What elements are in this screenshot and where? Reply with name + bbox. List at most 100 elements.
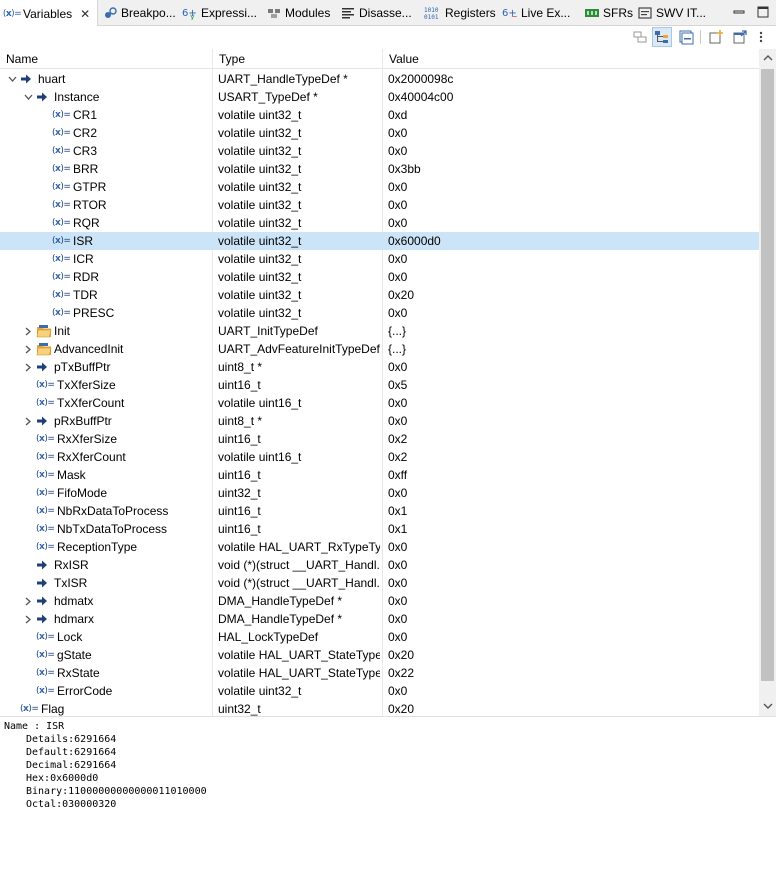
- table-row[interactable]: TxISR void (*)(struct __UART_Handl... 0x0: [0, 574, 759, 592]
- table-row[interactable]: (x)= FifoMode uint32_t 0x0: [0, 484, 759, 502]
- open-new-view-button[interactable]: [730, 27, 750, 47]
- value-cell[interactable]: 0x0: [388, 196, 758, 214]
- value-cell[interactable]: 0x22: [388, 664, 758, 682]
- maximize-button[interactable]: [754, 3, 772, 21]
- expand-toggle[interactable]: [22, 358, 34, 376]
- collapse-all-button[interactable]: [676, 27, 696, 47]
- table-row[interactable]: (x)= CR1 volatile uint32_t 0xd: [0, 106, 759, 124]
- table-row[interactable]: (x)= BRR volatile uint32_t 0x3bb: [0, 160, 759, 178]
- table-row[interactable]: (x)= RDR volatile uint32_t 0x0: [0, 268, 759, 286]
- show-logical-structure-button[interactable]: [652, 27, 672, 47]
- table-row[interactable]: (x)= NbRxDataToProcess uint16_t 0x1: [0, 502, 759, 520]
- value-cell[interactable]: 0x0: [388, 538, 758, 556]
- value-cell[interactable]: 0x0: [388, 268, 758, 286]
- column-header-name[interactable]: Name: [0, 49, 38, 69]
- column-header-value[interactable]: Value: [383, 49, 419, 69]
- table-row[interactable]: (x)= CR2 volatile uint32_t 0x0: [0, 124, 759, 142]
- table-row[interactable]: (x)= Lock HAL_LockTypeDef 0x0: [0, 628, 759, 646]
- table-row[interactable]: (x)= RQR volatile uint32_t 0x0: [0, 214, 759, 232]
- collapse-toggle[interactable]: [22, 88, 34, 106]
- view-menu-button[interactable]: [752, 27, 770, 47]
- tab-sfrs[interactable]: SFRs: [584, 0, 633, 26]
- value-cell[interactable]: 0x0: [388, 178, 758, 196]
- value-cell[interactable]: 0x1: [388, 520, 758, 538]
- tab-breakpoints[interactable]: Breakpo...: [102, 0, 176, 26]
- table-row[interactable]: (x)= CR3 volatile uint32_t 0x0: [0, 142, 759, 160]
- table-row[interactable]: (x)= GTPR volatile uint32_t 0x0: [0, 178, 759, 196]
- value-cell[interactable]: 0x20: [388, 286, 758, 304]
- vertical-scrollbar[interactable]: [759, 49, 776, 716]
- table-row[interactable]: (x)= TxXferCount volatile uint16_t 0x0: [0, 394, 759, 412]
- table-row[interactable]: AdvancedInit UART_AdvFeatureInitTypeDef {.…: [0, 340, 759, 358]
- table-row[interactable]: (x)= PRESC volatile uint32_t 0x0: [0, 304, 759, 322]
- value-cell[interactable]: 0x1: [388, 502, 758, 520]
- table-row[interactable]: (x)= RxXferSize uint16_t 0x2: [0, 430, 759, 448]
- table-row[interactable]: (x)= ISR volatile uint32_t 0x6000d0: [0, 232, 759, 250]
- scroll-up-button[interactable]: [759, 49, 776, 66]
- value-cell[interactable]: 0x40004c00: [388, 88, 758, 106]
- table-row[interactable]: Instance USART_TypeDef * 0x40004c00: [0, 88, 759, 106]
- table-row[interactable]: (x)= ReceptionType volatile HAL_UART_RxTyp…: [0, 538, 759, 556]
- table-row[interactable]: (x)= gState volatile HAL_UART_StateType...…: [0, 646, 759, 664]
- table-row[interactable]: pTxBuffPtr uint8_t * 0x0: [0, 358, 759, 376]
- value-cell[interactable]: 0xd: [388, 106, 758, 124]
- value-cell[interactable]: 0x2000098c: [388, 70, 758, 88]
- value-cell[interactable]: 0x2: [388, 430, 758, 448]
- column-header-type[interactable]: Type: [213, 49, 245, 69]
- value-cell[interactable]: 0xff: [388, 466, 758, 484]
- table-row[interactable]: (x)= ICR volatile uint32_t 0x0: [0, 250, 759, 268]
- tab-disassembly[interactable]: Disasse...: [340, 0, 412, 26]
- value-cell[interactable]: 0x0: [388, 124, 758, 142]
- value-cell[interactable]: 0x0: [388, 484, 758, 502]
- scroll-down-button[interactable]: [759, 697, 776, 714]
- table-row[interactable]: RxISR void (*)(struct __UART_Handl... 0x0: [0, 556, 759, 574]
- tab-expressions[interactable]: 6+ y Expressi...: [182, 0, 257, 26]
- details-pane[interactable]: Name : ISR Details:6291664 Default:62916…: [0, 716, 776, 886]
- close-icon[interactable]: ✕: [80, 7, 90, 21]
- table-row[interactable]: (x)= RxXferCount volatile uint16_t 0x2: [0, 448, 759, 466]
- value-cell[interactable]: 0x0: [388, 628, 758, 646]
- table-row[interactable]: (x)= TDR volatile uint32_t 0x20: [0, 286, 759, 304]
- table-row[interactable]: (x)= RTOR volatile uint32_t 0x0: [0, 196, 759, 214]
- collapse-toggle[interactable]: [6, 70, 18, 88]
- value-cell[interactable]: 0x20: [388, 700, 758, 716]
- value-cell[interactable]: 0x0: [388, 250, 758, 268]
- variables-tree-table[interactable]: Name Type Value huart UART_HandleTypeDef …: [0, 49, 759, 716]
- table-row[interactable]: (x)= Flag uint32_t 0x20: [0, 700, 759, 716]
- show-type-names-button[interactable]: [630, 27, 650, 47]
- table-row[interactable]: hdmarx DMA_HandleTypeDef * 0x0: [0, 610, 759, 628]
- scrollbar-thumb[interactable]: [761, 69, 774, 681]
- table-row[interactable]: (x)= NbTxDataToProcess uint16_t 0x1: [0, 520, 759, 538]
- tab-swv-itm[interactable]: SWV IT...: [637, 0, 706, 26]
- value-cell[interactable]: {...}: [388, 340, 758, 358]
- value-cell[interactable]: {...}: [388, 322, 758, 340]
- value-cell[interactable]: 0x0: [388, 682, 758, 700]
- value-cell[interactable]: 0x0: [388, 358, 758, 376]
- value-cell[interactable]: 0x0: [388, 574, 758, 592]
- value-cell[interactable]: 0x0: [388, 412, 758, 430]
- expand-toggle[interactable]: [22, 340, 34, 358]
- expand-toggle[interactable]: [22, 610, 34, 628]
- tab-modules[interactable]: Modules: [266, 0, 330, 26]
- table-row[interactable]: Init UART_InitTypeDef {...}: [0, 322, 759, 340]
- value-cell[interactable]: 0x0: [388, 556, 758, 574]
- value-cell[interactable]: 0x0: [388, 304, 758, 322]
- table-row[interactable]: pRxBuffPtr uint8_t * 0x0: [0, 412, 759, 430]
- table-row[interactable]: (x)= ErrorCode volatile uint32_t 0x0: [0, 682, 759, 700]
- value-cell[interactable]: 0x6000d0: [388, 232, 758, 250]
- value-cell[interactable]: 0x0: [388, 214, 758, 232]
- value-cell[interactable]: 0x20: [388, 646, 758, 664]
- table-row[interactable]: huart UART_HandleTypeDef * 0x2000098c: [0, 70, 759, 88]
- tab-live-expressions[interactable]: 6+ ~ Live Ex...: [502, 0, 570, 26]
- table-row[interactable]: (x)= TxXferSize uint16_t 0x5: [0, 376, 759, 394]
- value-cell[interactable]: 0x0: [388, 592, 758, 610]
- value-cell[interactable]: 0x0: [388, 610, 758, 628]
- minimize-button[interactable]: [730, 3, 748, 21]
- value-cell[interactable]: 0x0: [388, 394, 758, 412]
- value-cell[interactable]: 0x2: [388, 448, 758, 466]
- value-cell[interactable]: 0x0: [388, 142, 758, 160]
- add-global-variables-button[interactable]: [706, 27, 726, 47]
- expand-toggle[interactable]: [22, 412, 34, 430]
- value-cell[interactable]: 0x5: [388, 376, 758, 394]
- expand-toggle[interactable]: [22, 592, 34, 610]
